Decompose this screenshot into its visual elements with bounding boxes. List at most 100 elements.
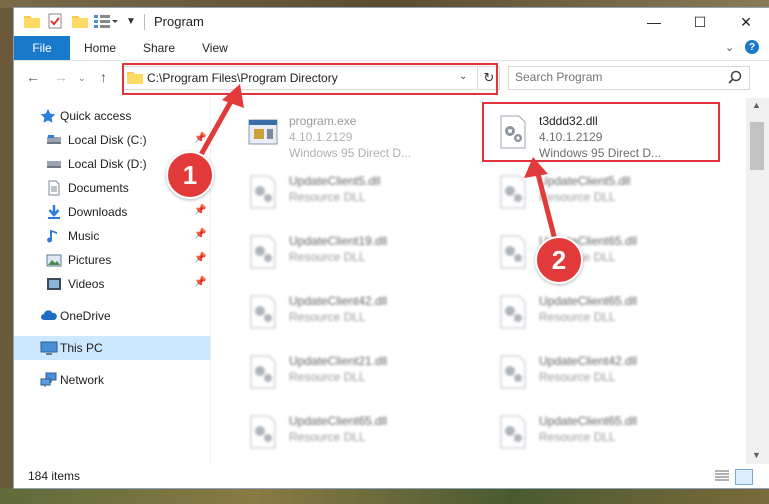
sidebar-item-pictures[interactable]: Pictures 📌 [14, 248, 210, 272]
close-button[interactable]: ✕ [723, 8, 769, 36]
file-type: Resource DLL [289, 310, 366, 324]
tab-file[interactable]: File [14, 36, 70, 60]
sidebar-item-videos[interactable]: Videos 📌 [14, 272, 210, 296]
file-item[interactable]: UpdateClient5.dll Resource DLL [489, 166, 729, 218]
item-count: 184 items [28, 469, 81, 483]
step-1-badge: 1 [166, 151, 214, 199]
window-title: Program [154, 14, 204, 29]
sidebar-item-network[interactable]: Network [14, 368, 210, 392]
dll-gear-icon [495, 414, 531, 450]
properties-check-icon[interactable] [48, 12, 64, 30]
up-button[interactable]: ↑ [100, 69, 107, 85]
sidebar-item-label: Documents [68, 181, 129, 195]
file-name: UpdateClient21.dll [289, 354, 388, 368]
file-name: UpdateClient65.dll [539, 414, 638, 428]
dll-gear-icon [495, 354, 531, 390]
forward-button[interactable]: → [54, 69, 68, 85]
file-item[interactable]: UpdateClient21.dll Resource DLL [239, 346, 479, 398]
computer-icon [40, 340, 58, 356]
file-name: UpdateClient19.dll [289, 234, 388, 248]
file-item[interactable]: UpdateClient65.dll Resource DLL [239, 406, 479, 458]
pin-icon[interactable]: 📌 [194, 133, 206, 144]
sidebar-item-music[interactable]: Music 📌 [14, 224, 210, 248]
maximize-button[interactable]: ☐ [677, 8, 723, 36]
status-bar: 184 items [14, 464, 769, 488]
folder-icon [24, 12, 40, 30]
tab-home[interactable]: Home [84, 36, 116, 60]
sidebar-item-label: Downloads [68, 205, 128, 219]
star-icon [40, 108, 56, 124]
pictures-icon [46, 252, 62, 268]
file-name: UpdateClient5.dll [289, 174, 381, 188]
cloud-icon [40, 308, 57, 324]
expand-ribbon-icon[interactable]: ⌄ [725, 41, 734, 54]
file-item[interactable]: UpdateClient65.dll Resource DLL [489, 226, 729, 278]
file-type: Resource DLL [289, 370, 366, 384]
file-name: UpdateClient5.dll [539, 174, 631, 188]
pin-icon[interactable]: 📌 [194, 253, 206, 264]
recent-locations-icon[interactable]: ⌄ [78, 73, 86, 84]
minimize-button[interactable]: — [631, 8, 677, 36]
file-type: Resource DLL [539, 190, 616, 204]
sidebar-item-onedrive[interactable]: OneDrive [14, 304, 210, 328]
highlight-dll-file [482, 102, 720, 162]
file-name: UpdateClient65.dll [539, 294, 638, 308]
dll-gear-icon [245, 414, 281, 450]
vertical-scrollbar[interactable]: ▲ ▼ [746, 98, 769, 464]
search-input[interactable] [515, 70, 715, 84]
properties-icon[interactable] [94, 12, 120, 30]
document-icon [46, 180, 62, 196]
download-icon [46, 204, 62, 220]
sidebar-item-label: Music [68, 229, 100, 243]
scroll-thumb[interactable] [750, 122, 764, 170]
new-folder-icon[interactable] [72, 12, 88, 30]
file-name: UpdateClient42.dll [289, 294, 388, 308]
dll-gear-icon [495, 234, 531, 270]
file-item[interactable]: UpdateClient65.dll Resource DLL [489, 286, 729, 338]
search-icon[interactable] [728, 70, 742, 87]
file-type: Resource DLL [539, 370, 616, 384]
dll-gear-icon [245, 174, 281, 210]
sidebar-item-downloads[interactable]: Downloads 📌 [14, 200, 210, 224]
sidebar-item-quick-access[interactable]: Quick access [14, 104, 210, 128]
sidebar-item-label: Videos [68, 277, 105, 291]
sidebar-item-this-pc[interactable]: This PC [14, 336, 210, 360]
file-version: 4.10.1.2129 [289, 130, 353, 144]
file-description: Windows 95 Direct D... [289, 146, 412, 160]
dll-gear-icon [245, 354, 281, 390]
sidebar-item-label: Quick access [60, 109, 132, 123]
sidebar-item-local-disk-c[interactable]: Local Disk (C:) 📌 [14, 128, 210, 152]
scroll-down-icon[interactable]: ▼ [752, 450, 761, 460]
file-item[interactable]: UpdateClient65.dll Resource DLL [489, 406, 729, 458]
back-button[interactable]: ← [26, 69, 40, 85]
pin-icon[interactable]: 📌 [194, 277, 206, 288]
sidebar-item-label: Network [60, 373, 105, 387]
scroll-up-icon[interactable]: ▲ [752, 100, 761, 110]
dll-gear-icon [245, 294, 281, 330]
sidebar-item-label: Pictures [68, 253, 112, 267]
step-2-badge: 2 [535, 236, 583, 284]
tab-share[interactable]: Share [143, 36, 175, 60]
music-icon [46, 228, 62, 244]
tiles-view-icon[interactable] [735, 469, 753, 485]
desktop-background-bottom [0, 488, 769, 504]
sidebar-item-label: Local Disk (D:) [68, 157, 147, 171]
pin-icon[interactable]: 📌 [194, 205, 206, 216]
details-view-icon[interactable] [715, 470, 729, 482]
file-type: Resource DLL [289, 250, 366, 264]
customize-toolbar-icon[interactable]: ▼ [126, 12, 138, 30]
file-type: Resource DLL [539, 430, 616, 444]
title-bar: ▼ Program — ☐ ✕ [14, 8, 769, 36]
file-item[interactable]: UpdateClient42.dll Resource DLL [239, 286, 479, 338]
pin-icon[interactable]: 📌 [194, 229, 206, 240]
tab-view[interactable]: View [202, 36, 228, 60]
file-item[interactable]: UpdateClient5.dll Resource DLL [239, 166, 479, 218]
search-box[interactable] [508, 66, 750, 90]
file-item[interactable]: UpdateClient42.dll Resource DLL [489, 346, 729, 398]
desktop-background [0, 0, 769, 8]
file-item[interactable]: UpdateClient19.dll Resource DLL [239, 226, 479, 278]
videos-icon [46, 276, 62, 292]
sidebar-item-label: This PC [60, 341, 103, 355]
help-icon[interactable]: ? [745, 40, 759, 54]
file-item-program-exe[interactable]: program.exe 4.10.1.2129 Windows 95 Direc… [239, 106, 479, 160]
